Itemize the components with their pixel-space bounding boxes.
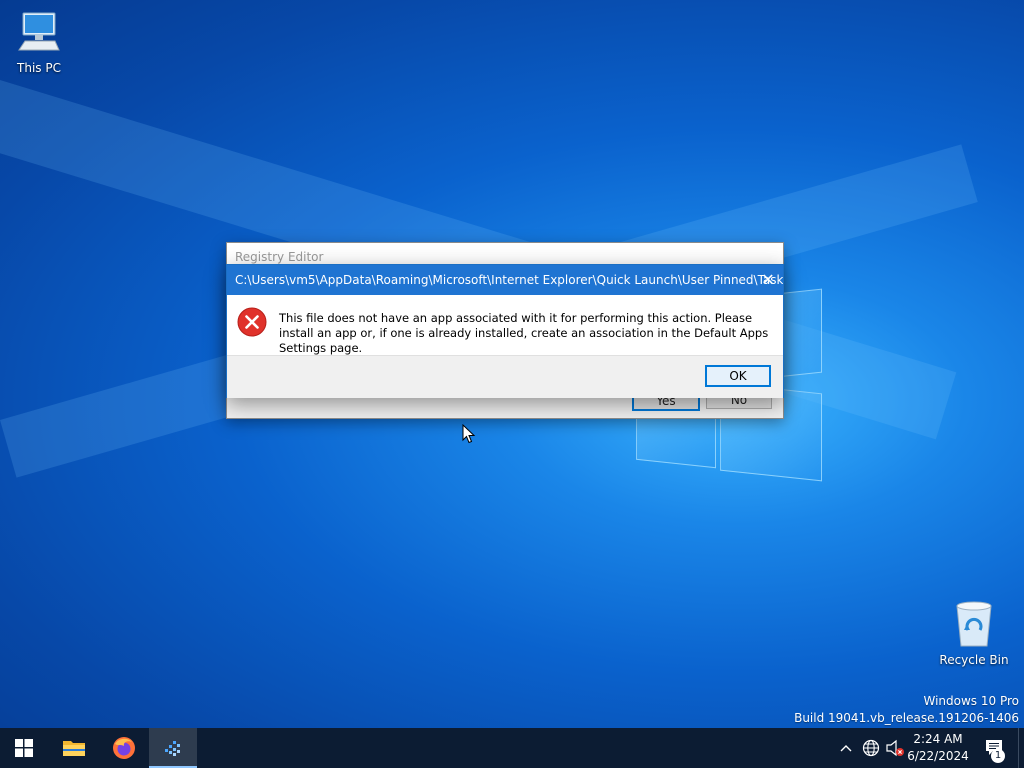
windows-logo-icon — [15, 739, 33, 757]
clock-date: 6/22/2024 — [907, 749, 969, 763]
clock-time: 2:24 AM — [913, 732, 963, 746]
firefox-button[interactable] — [100, 728, 148, 768]
desktop-icon-recycle-bin[interactable]: Recycle Bin — [936, 600, 1012, 667]
network-button[interactable] — [860, 728, 882, 768]
computer-icon — [18, 12, 60, 51]
registry-editor-taskbar-button[interactable] — [149, 728, 197, 768]
show-hidden-icons-button[interactable] — [836, 728, 856, 768]
error-dialog-title-bar: C:\Users\vm5\AppData\Roaming\Microsoft\I… — [227, 265, 783, 295]
edition-watermark: Windows 10 Pro — [923, 694, 1019, 708]
error-message: This file does not have an app associate… — [279, 311, 769, 355]
action-center-button[interactable]: 1 — [980, 728, 1010, 768]
system-clock[interactable]: 2:24 AM 6/22/2024 — [900, 731, 976, 765]
file-explorer-button[interactable] — [50, 728, 98, 768]
notification-count-badge: 1 — [991, 749, 1005, 763]
error-icon — [237, 307, 267, 337]
desktop-icon-label: Recycle Bin — [939, 653, 1009, 667]
show-desktop-button[interactable] — [1018, 728, 1024, 768]
start-button[interactable] — [0, 728, 48, 768]
mouse-cursor-icon — [462, 424, 476, 444]
firefox-icon — [113, 737, 135, 759]
ok-button[interactable]: OK — [705, 365, 771, 387]
error-dialog-body: This file does not have an app associate… — [227, 295, 783, 355]
folder-icon — [63, 741, 85, 756]
error-dialog-footer: OK — [227, 355, 783, 398]
error-dialog-title: C:\Users\vm5\AppData\Roaming\Microsoft\I… — [235, 273, 783, 287]
chevron-up-icon — [840, 745, 852, 752]
registry-editor-icon — [165, 741, 180, 756]
build-watermark: Build 19041.vb_release.191206-1406 — [794, 711, 1019, 725]
network-globe-icon — [862, 739, 880, 757]
recycle-bin-icon — [956, 601, 992, 647]
desktop-icon-this-pc[interactable]: This PC — [1, 10, 77, 75]
close-button[interactable]: ✕ — [753, 265, 783, 295]
desktop-icon-label: This PC — [17, 61, 61, 75]
error-dialog: C:\Users\vm5\AppData\Roaming\Microsoft\I… — [226, 264, 784, 398]
taskbar: 2:24 AM 6/22/2024 1 — [0, 728, 1024, 768]
